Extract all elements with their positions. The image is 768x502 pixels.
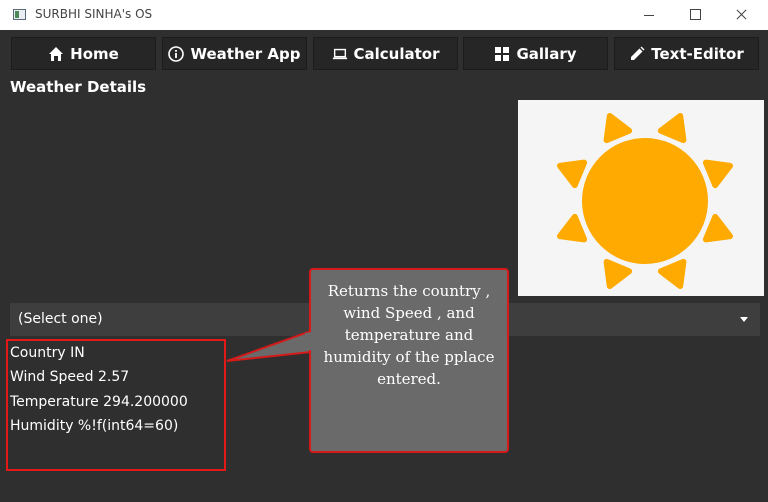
tab-gallery[interactable]: Gallary <box>463 37 608 70</box>
minimize-button[interactable] <box>626 0 672 30</box>
tab-weather-app[interactable]: Weather App <box>162 37 307 70</box>
weather-image <box>518 100 764 296</box>
tab-calculator-label: Calculator <box>353 44 440 63</box>
temperature-text: Temperature 294.200000 <box>10 394 188 410</box>
app-icon <box>13 9 26 20</box>
window-title: SURBHI SINHA's OS <box>35 7 153 21</box>
sun-ray <box>657 113 687 144</box>
info-icon <box>168 45 185 62</box>
sun-ray <box>603 258 633 289</box>
sun-ray <box>557 159 588 189</box>
close-button[interactable] <box>718 0 764 30</box>
home-icon <box>49 46 64 61</box>
humidity-text: Humidity %!f(int64=60) <box>10 418 179 434</box>
sun-icon <box>557 113 733 289</box>
annotation-callout: Returns the country , wind Speed , and t… <box>309 268 509 453</box>
sun-ray <box>702 213 733 243</box>
grid-icon <box>495 46 510 61</box>
sun-ray <box>657 258 687 289</box>
title-bar: SURBHI SINHA's OS <box>0 0 768 30</box>
country-text: Country IN <box>10 345 85 361</box>
tab-editor-label: Text-Editor <box>651 44 744 63</box>
tab-gallery-label: Gallary <box>516 44 577 63</box>
tab-calculator[interactable]: Calculator <box>313 37 458 70</box>
sun-ray <box>603 113 633 144</box>
maximize-button[interactable] <box>672 0 718 30</box>
tab-home-label: Home <box>70 44 119 63</box>
tab-text-editor[interactable]: Text-Editor <box>614 37 759 70</box>
page-title: Weather Details <box>10 78 147 96</box>
tab-weather-label: Weather App <box>190 44 301 63</box>
sun-ray <box>702 159 733 189</box>
dropdown-arrow-icon <box>740 317 748 322</box>
callout-text: Returns the country , wind Speed , and t… <box>323 282 495 388</box>
tab-home[interactable]: Home <box>11 37 156 70</box>
pencil-icon <box>631 46 645 60</box>
wind-speed-text: Wind Speed 2.57 <box>10 369 130 385</box>
select-value: (Select one) <box>18 311 103 327</box>
laptop-icon <box>332 48 347 59</box>
sun-ray <box>557 213 588 243</box>
